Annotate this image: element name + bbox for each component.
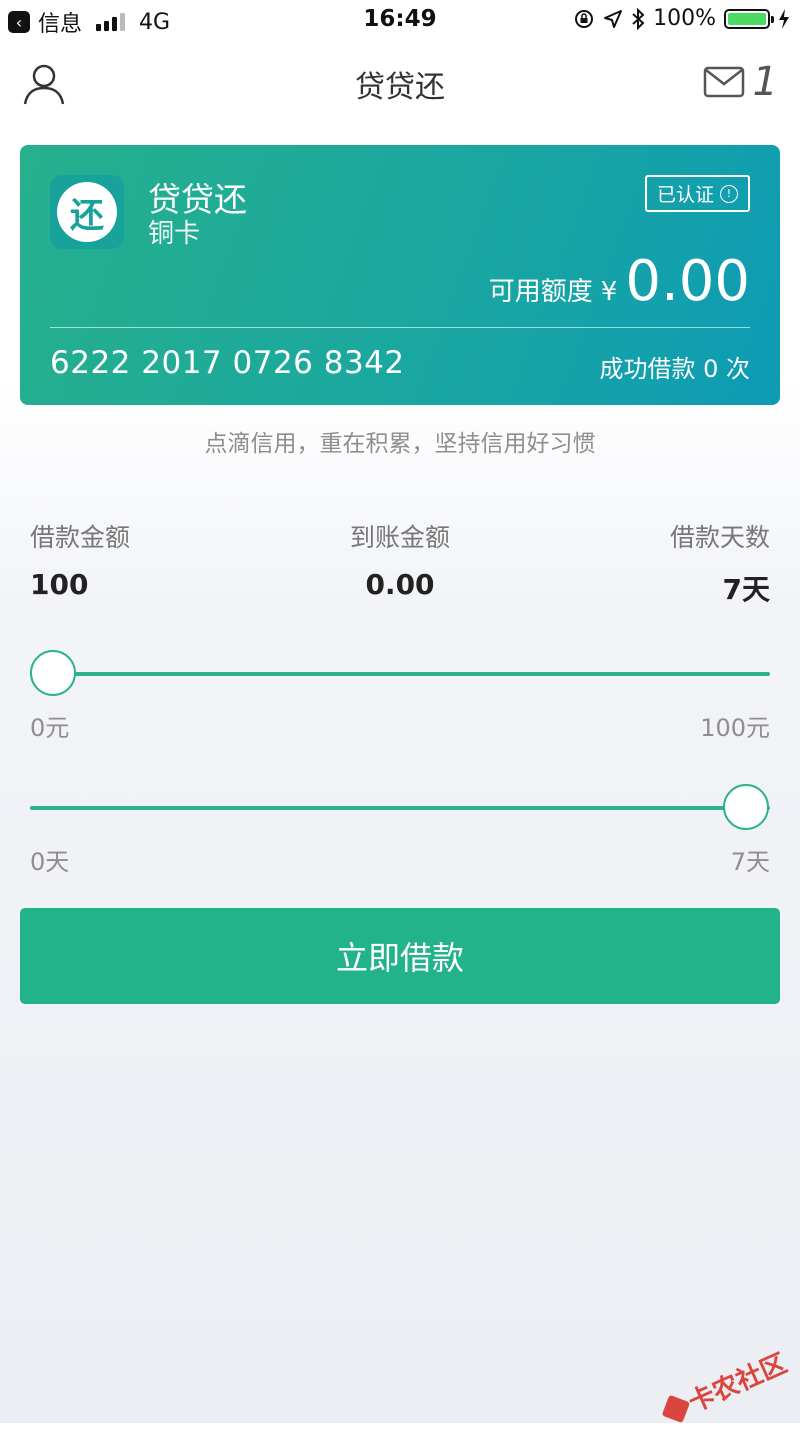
bluetooth-icon [632, 7, 645, 30]
success-count: 成功借款 0 次 [599, 355, 750, 383]
membership-card: 还 贷贷还 铜卡 已认证 ! 可用额度 ¥ 0.00 6222 2017 072… [20, 145, 780, 405]
loan-days-value: 7天 [722, 573, 770, 606]
currency-symbol: ¥ [600, 277, 618, 307]
credit-label: 可用额度 [488, 277, 593, 307]
app-logo-char: 还 [57, 182, 117, 242]
battery-icon [724, 8, 774, 29]
amount-slider-thumb[interactable] [30, 650, 76, 696]
amount-slider-track[interactable] [30, 672, 770, 676]
location-icon [604, 9, 623, 28]
verified-badge[interactable]: 已认证 ! [644, 175, 750, 212]
watermark-text: 卡农社区 [684, 1348, 792, 1419]
available-credit: 可用额度 ¥ 0.00 [489, 249, 750, 314]
nav-bar: 贷贷还 1 [0, 48, 800, 118]
charging-icon [779, 8, 789, 29]
card-tier: 铜卡 [148, 219, 201, 249]
days-slider-thumb[interactable] [723, 784, 769, 830]
message-count: 1 [752, 59, 778, 105]
messages-button[interactable]: 1 [703, 62, 778, 102]
days-slider-track[interactable] [30, 806, 770, 810]
loan-days-stat: 借款天数 7天 [670, 518, 770, 608]
verified-label: 已认证 [656, 184, 714, 206]
card-divider [50, 327, 750, 328]
info-icon[interactable]: ! [720, 184, 738, 203]
mail-icon[interactable] [703, 66, 745, 98]
page-title: 贷贷还 [355, 70, 445, 105]
battery-percent: 100% [653, 6, 716, 31]
status-right: 100% [573, 6, 790, 31]
amount-max-label: 100元 [700, 714, 770, 742]
credit-amount: 0.00 [625, 249, 750, 314]
status-bar: ‹ 信息 4G 16:49 100% [0, 0, 800, 40]
watermark-icon [661, 1394, 690, 1423]
days-slider[interactable] [30, 784, 770, 832]
rotation-lock-icon [575, 9, 594, 28]
card-number: 6222 2017 0726 8342 [50, 345, 405, 381]
watermark-logo: 卡农社区 [658, 1343, 792, 1430]
days-min-label: 0天 [30, 848, 70, 876]
amount-slider[interactable] [30, 650, 770, 698]
borrow-now-button[interactable]: 立即借款 [20, 908, 780, 1004]
days-max-label: 7天 [730, 848, 770, 876]
amount-min-label: 0元 [30, 714, 70, 742]
loan-days-label: 借款天数 [669, 523, 770, 552]
app-logo: 还 [50, 175, 124, 249]
slogan: 点滴信用，重在积累，坚持信用好习惯 [204, 431, 596, 457]
